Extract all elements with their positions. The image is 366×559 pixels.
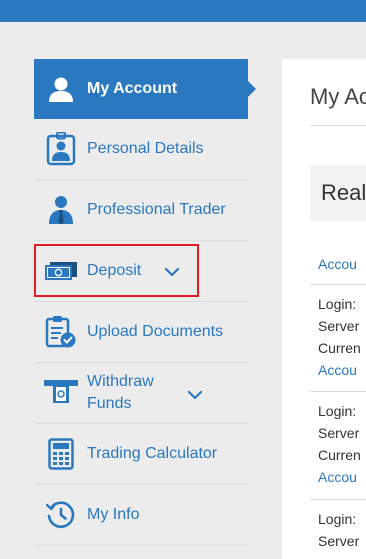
sidebar-item-professional-trader[interactable]: Professional Trader (34, 180, 248, 241)
sidebar-item-upload-documents[interactable]: Upload Documents (34, 302, 248, 363)
section-title: Real (321, 180, 366, 205)
atm-cash-icon (44, 376, 78, 410)
sidebar-item-trading-calculator[interactable]: Trading Calculator (34, 424, 248, 485)
login-label: Login: (318, 511, 357, 527)
sidebar-item-label: My Account (87, 80, 178, 97)
top-bar (0, 0, 366, 22)
page-title: My Ac (310, 84, 366, 109)
divider (310, 125, 366, 126)
sidebar-item-personal-details[interactable]: Personal Details (34, 119, 248, 180)
account-link[interactable]: Accou (318, 362, 357, 378)
calculator-icon (44, 437, 78, 471)
sidebar-nav: My Account Personal Details Professional… (34, 59, 256, 546)
server-label: Server (318, 533, 360, 549)
sidebar-item-label: Personal Details (87, 140, 204, 157)
sidebar-item-label: Trading Calculator (87, 445, 218, 462)
divider (310, 391, 366, 392)
divider (310, 499, 366, 500)
main-panel: My Ac Real Accou Login: Server Curren Ac… (282, 59, 366, 559)
id-badge-icon (44, 132, 78, 166)
sidebar-item-label: Withdraw Funds (87, 371, 154, 415)
server-label: Server (318, 425, 360, 441)
currency-label: Curren (318, 340, 361, 356)
account-link[interactable]: Accou (318, 469, 357, 485)
sidebar-item-label: My Info (87, 506, 140, 523)
sidebar-item-withdraw-funds[interactable]: Withdraw Funds (34, 363, 248, 424)
history-icon (44, 498, 78, 532)
login-label: Login: (318, 403, 357, 419)
clipboard-check-icon (44, 315, 78, 349)
user-icon (44, 72, 78, 106)
chevron-down-icon[interactable] (186, 388, 204, 402)
sidebar-item-my-account[interactable]: My Account (34, 59, 256, 119)
sidebar-item-my-info[interactable]: My Info (34, 485, 248, 546)
server-label: Server (318, 318, 360, 334)
deposit-highlight-box (34, 244, 199, 297)
businessman-icon (44, 193, 78, 227)
sidebar-item-label: Professional Trader (87, 201, 226, 218)
sidebar-item-label-line1: Withdraw (87, 373, 154, 390)
sidebar-item-label-line2: Funds (87, 395, 132, 412)
sidebar-item-label: Upload Documents (87, 323, 224, 340)
currency-label: Curren (318, 447, 361, 463)
login-label: Login: (318, 296, 357, 312)
accounts-header-link[interactable]: Accou (318, 256, 357, 272)
section-header: Real (310, 165, 366, 221)
divider (310, 284, 366, 285)
